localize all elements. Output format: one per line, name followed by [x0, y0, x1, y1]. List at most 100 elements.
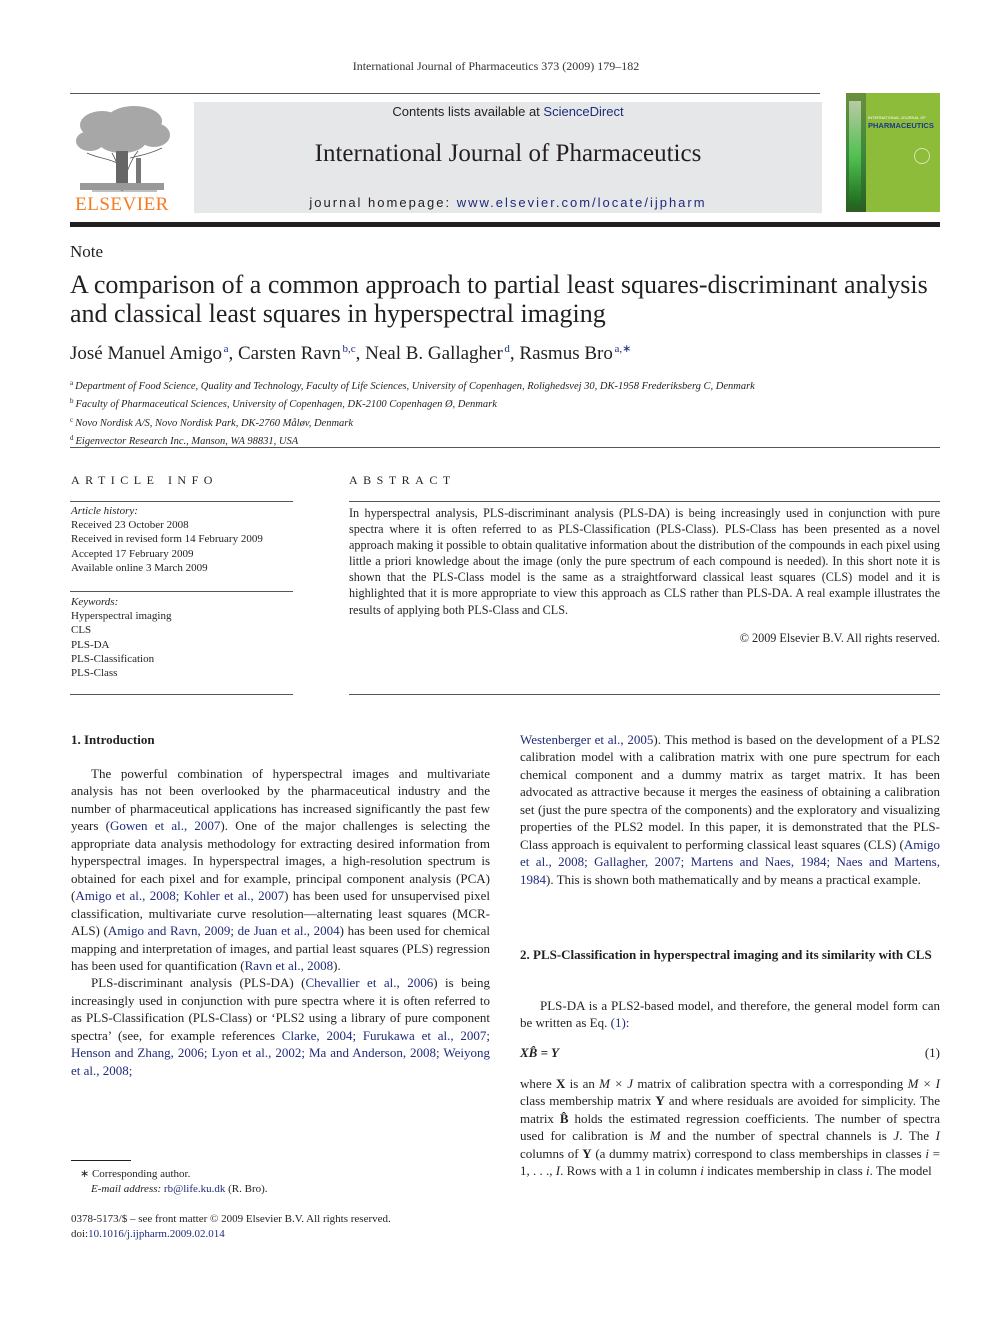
author[interactable]: Rasmus Bro	[519, 343, 612, 364]
author[interactable]: José Manuel Amigo	[70, 343, 222, 364]
email-line: E-mail address: rb@life.ku.dk (R. Bro).	[80, 1182, 500, 1197]
paragraph: where X is an M × J matrix of calibratio…	[520, 1076, 941, 1179]
affiliation-key: d	[70, 433, 74, 442]
author-affil-ref[interactable]: d	[504, 343, 510, 355]
citation-link[interactable]: Westenberger et al., 2005	[520, 732, 653, 747]
running-head: International Journal of Pharmaceutics 3…	[352, 59, 640, 73]
citation-link[interactable]: Ravn et al., 2008	[245, 958, 333, 973]
article-history: Article history: Received 23 October 200…	[71, 504, 293, 575]
affiliation-text: Novo Nordisk A/S, Novo Nordisk Park, DK-…	[75, 417, 354, 429]
citation-link[interactable]: Gowen et al., 2007	[110, 818, 220, 833]
doi-line: doi:10.1016/j.ijpharm.2009.02.014	[71, 1227, 511, 1242]
citation-link[interactable]: (1)	[611, 1015, 626, 1030]
right-column-bottom: where X is an M × J matrix of calibratio…	[520, 1075, 940, 1180]
journal-cover[interactable]: INTERNATIONAL JOURNAL OF PHARMACEUTICS	[846, 93, 940, 212]
affiliation-key: a	[70, 379, 74, 387]
doi-link[interactable]: 10.1016/j.ijpharm.2009.02.014	[88, 1228, 225, 1240]
right-column-mid: PLS-DA is a PLS2-based model, and theref…	[520, 997, 940, 1032]
author[interactable]: Neal B. Gallagher	[365, 343, 503, 364]
affiliation-text: Eigenvector Research Inc., Manson, WA 98…	[75, 435, 299, 447]
italic-symbol: I	[935, 1128, 941, 1144]
cover-test-tube-image	[849, 101, 861, 205]
elsevier-logo[interactable]: ELSEVIER	[70, 103, 174, 215]
history-item: Accepted 17 February 2009	[71, 547, 194, 560]
abstract-heading: ABSTRACT	[349, 473, 456, 487]
keywords-label: Keywords:	[71, 596, 119, 608]
keyword: PLS-DA	[71, 638, 110, 651]
citation-link[interactable]: Amigo and Ravn, 2009; de Juan et al., 20…	[108, 923, 340, 938]
citation-link[interactable]: Amigo et al., 2008; Kohler et al., 2007	[75, 888, 284, 903]
divider	[349, 694, 940, 695]
keyword: PLS-Class	[71, 667, 118, 680]
affiliation-key: c	[70, 415, 74, 424]
bold-symbol: Y	[655, 1093, 665, 1109]
italic-symbol: J	[893, 1128, 900, 1144]
cover-seal-icon	[914, 148, 930, 164]
history-label: Article history:	[71, 505, 138, 517]
affiliation-text: Faculty of Pharmaceutical Sciences, Univ…	[75, 399, 497, 411]
homepage-line: journal homepage: www.elsevier.com/locat…	[194, 195, 822, 210]
cover-brand: PHARMACEUTICS	[868, 121, 934, 130]
citation-link[interactable]: Clarke, 2004; Furukawa et al., 2007; Hen…	[71, 1028, 490, 1078]
equation-1: XB̂ = Y (1)	[520, 1045, 940, 1063]
keywords: Keywords: Hyperspectral imaging CLS PLS-…	[71, 595, 293, 680]
paragraph: The powerful combination of hyperspectra…	[71, 766, 491, 973]
homepage-link[interactable]: www.elsevier.com/locate/ijpharm	[457, 195, 707, 210]
equation-number: (1)	[924, 1045, 940, 1060]
article-info-heading: ARTICLE INFO	[71, 473, 218, 487]
left-column: The powerful combination of hyperspectra…	[71, 765, 490, 1079]
contents-line: Contents lists available at ScienceDirec…	[194, 104, 822, 119]
paragraph: PLS-discriminant analysis (PLS-DA) (Chev…	[71, 975, 490, 1078]
cover-label: INTERNATIONAL JOURNAL OF	[868, 115, 926, 120]
divider	[349, 501, 940, 502]
article-title: A comparison of a common approach to par…	[70, 270, 928, 328]
keyword: Hyperspectral imaging	[71, 610, 172, 623]
issn-line: 0378-5173/$ – see front matter © 2009 El…	[71, 1213, 391, 1225]
keyword: CLS	[71, 624, 92, 637]
italic-symbol: i	[700, 1163, 704, 1179]
contents-label: Contents lists available at	[392, 104, 544, 119]
italic-symbol: M	[649, 1128, 661, 1144]
divider	[70, 694, 293, 695]
author-affil-ref[interactable]: b,c	[342, 343, 355, 355]
email-suffix: (R. Bro).	[225, 1182, 268, 1195]
section-heading-introduction: 1. Introduction	[71, 732, 155, 747]
affiliations: a Department of Food Science, Quality and…	[70, 376, 755, 449]
equation-expression: XB̂ = Y	[520, 1045, 559, 1060]
history-item: Received in revised form 14 February 200…	[71, 533, 263, 546]
issn-block: 0378-5173/$ – see front matter © 2009 El…	[71, 1212, 511, 1241]
front-matter-rule	[70, 447, 940, 448]
italic-symbol: I	[555, 1163, 561, 1179]
elsevier-wordmark: ELSEVIER	[75, 194, 169, 215]
keyword: PLS-Classification	[71, 652, 155, 665]
header-thick-rule	[70, 222, 940, 227]
affiliation: b Faculty of Pharmaceutical Sciences, Uni…	[70, 394, 755, 412]
author-affil-ref[interactable]: a	[224, 343, 229, 355]
sciencedirect-link[interactable]: ScienceDirect	[543, 104, 623, 119]
italic-symbol: i	[925, 1145, 929, 1161]
right-column-top: Westenberger et al., 2005). This method …	[520, 731, 940, 888]
email-label: E-mail address:	[91, 1182, 164, 1195]
email-link[interactable]: rb@life.ku.dk	[164, 1183, 225, 1195]
bold-symbol: B̂	[559, 1110, 569, 1126]
affiliation: c Novo Nordisk A/S, Novo Nordisk Park, DK…	[70, 413, 755, 431]
article-type: Note	[70, 242, 104, 261]
affiliation-key: b	[70, 397, 74, 406]
journal-title: International Journal of Pharmaceutics	[314, 140, 702, 167]
citation-link[interactable]: Amigo et al., 2008; Gallagher, 2007; Mar…	[520, 837, 940, 887]
bold-symbol: Y	[582, 1145, 592, 1161]
author[interactable]: Carsten Ravn	[238, 343, 341, 364]
history-item: Received 23 October 2008	[71, 519, 189, 532]
doi-label: doi:	[71, 1227, 89, 1240]
section-heading-pls-classification: 2. PLS-Classification in hyperspectral i…	[520, 947, 932, 962]
author-affil-ref[interactable]: a,∗	[614, 343, 631, 355]
footnote-rule	[71, 1160, 131, 1161]
divider	[70, 591, 293, 592]
bold-symbol: X	[556, 1076, 566, 1091]
italic-symbol: i	[865, 1163, 870, 1179]
header-rule	[70, 93, 820, 94]
divider	[70, 501, 293, 502]
citation-link[interactable]: Chevallier et al., 2006	[305, 975, 433, 990]
abstract-copyright: © 2009 Elsevier B.V. All rights reserved…	[739, 631, 940, 645]
author-list: José Manuel Amigo a, Carsten Ravn b,c, N…	[70, 343, 632, 364]
